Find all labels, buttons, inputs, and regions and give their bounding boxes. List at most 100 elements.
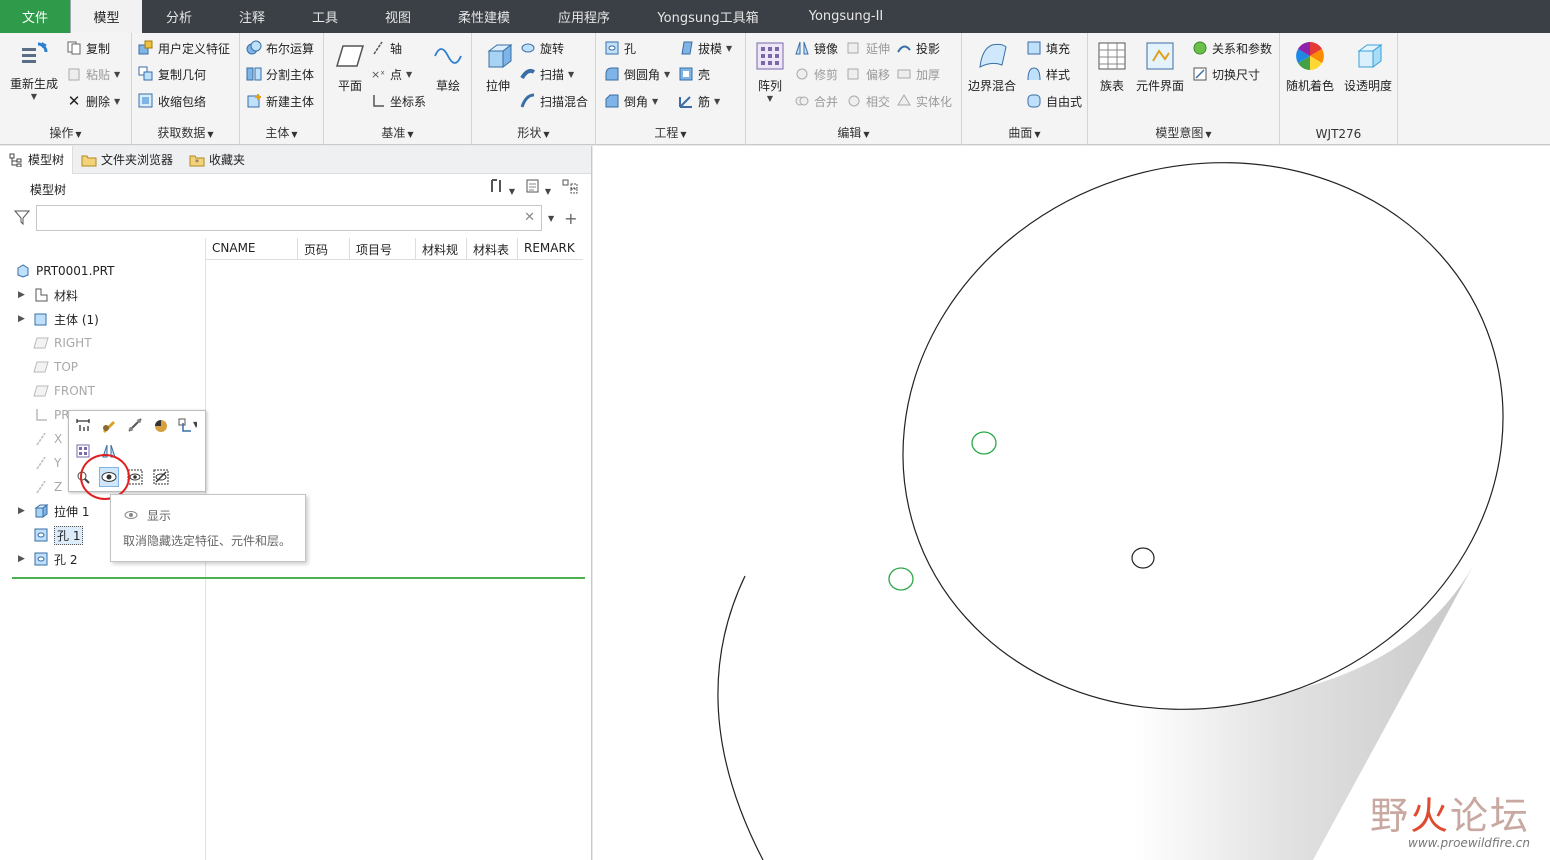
- delete-button[interactable]: ✕ 删除 ▼: [66, 90, 120, 112]
- thicken-button[interactable]: 加厚: [896, 63, 940, 85]
- tab-yongsung-ii[interactable]: Yongsung-II: [782, 0, 910, 33]
- tree-node-axis-y[interactable]: Y: [32, 452, 61, 474]
- hole-button[interactable]: 孔: [604, 37, 636, 59]
- tree-node-root[interactable]: PRT0001.PRT: [14, 260, 114, 282]
- filter-dropdown-icon[interactable]: ▼: [548, 214, 554, 223]
- set-transparency-button[interactable]: 设透明度: [1340, 39, 1396, 94]
- tab-model-tree[interactable]: 模型树: [0, 145, 74, 174]
- boolean-button[interactable]: 布尔运算: [246, 37, 314, 59]
- tab-analysis[interactable]: 分析: [142, 0, 216, 33]
- tree-search-input[interactable]: ✕: [36, 205, 542, 231]
- tree-node-right-plane[interactable]: RIGHT: [32, 332, 92, 354]
- csys-button[interactable]: 坐标系: [370, 90, 426, 112]
- boundary-blend-button[interactable]: 边界混合: [964, 39, 1020, 94]
- expand-arrow-icon[interactable]: ▶: [18, 554, 32, 564]
- merge-button[interactable]: 合并: [794, 90, 838, 112]
- expand-arrow-icon[interactable]: ▶: [18, 506, 32, 516]
- col-material-table[interactable]: 材料表: [466, 238, 517, 259]
- tree-node-axis-z[interactable]: Z: [32, 476, 62, 498]
- group-surfaces-label[interactable]: 曲面 ▼: [962, 124, 1087, 141]
- rib-button[interactable]: 筋 ▼: [678, 90, 720, 112]
- component-interface-button[interactable]: 元件界面: [1132, 39, 1188, 94]
- tree-settings-icon[interactable]: ▼: [489, 178, 515, 197]
- tree-node-front-plane[interactable]: FRONT: [32, 380, 95, 402]
- paste-button[interactable]: 粘贴 ▼: [66, 63, 120, 85]
- tab-file[interactable]: 文件: [0, 0, 70, 33]
- offset-button[interactable]: 偏移: [846, 63, 890, 85]
- switch-dimensions-button[interactable]: 切换尺寸: [1192, 63, 1260, 85]
- add-icon[interactable]: +: [564, 209, 577, 228]
- tab-tools[interactable]: 工具: [288, 0, 362, 33]
- group-engineering-label[interactable]: 工程 ▼: [596, 124, 745, 141]
- tab-applications[interactable]: 应用程序: [534, 0, 634, 33]
- edit-dimensions-icon[interactable]: [73, 415, 93, 435]
- regenerate-button[interactable]: 重新生成 ▼: [6, 37, 62, 101]
- solidify-button[interactable]: 实体化: [896, 90, 952, 112]
- extend-button[interactable]: 延伸: [846, 37, 890, 59]
- appearance-icon[interactable]: [151, 415, 171, 435]
- revolve-button[interactable]: 旋转: [520, 37, 564, 59]
- group-get-data-label[interactable]: 获取数据 ▼: [132, 124, 239, 141]
- round-button[interactable]: 倒圆角 ▼: [604, 63, 670, 85]
- copy-button[interactable]: 复制: [66, 37, 110, 59]
- shrinkwrap-button[interactable]: 收缩包络: [138, 90, 206, 112]
- tab-view[interactable]: 视图: [362, 0, 434, 33]
- expand-arrow-icon[interactable]: ▶: [18, 290, 32, 300]
- point-button[interactable]: ×ˣ 点 ▼: [370, 63, 412, 85]
- col-page[interactable]: 页码: [297, 238, 349, 259]
- group-operations-label[interactable]: 操作 ▼: [0, 124, 131, 141]
- pattern-button[interactable]: 阵列 ▼: [742, 39, 798, 103]
- tab-favorites[interactable]: * 收藏夹: [181, 146, 253, 174]
- group-body-label[interactable]: 主体 ▼: [240, 124, 323, 141]
- tree-columns-icon[interactable]: [561, 178, 581, 197]
- col-item-number[interactable]: 项目号: [349, 238, 415, 259]
- clear-icon[interactable]: ✕: [524, 210, 535, 225]
- tree-node-axis-x[interactable]: X: [32, 428, 62, 450]
- intersect-button[interactable]: 相交: [846, 90, 890, 112]
- sketch-button[interactable]: 草绘: [420, 39, 476, 94]
- tree-node-hole-2[interactable]: ▶ 孔 2: [18, 548, 77, 570]
- freestyle-button[interactable]: 自由式: [1026, 90, 1082, 112]
- draft-button[interactable]: 拔模 ▼: [678, 37, 732, 59]
- group-datum-label[interactable]: 基准 ▼: [324, 124, 471, 141]
- filter-icon[interactable]: [13, 209, 31, 228]
- tree-show-icon[interactable]: ▼: [525, 178, 551, 197]
- project-button[interactable]: 投影: [896, 37, 940, 59]
- group-model-intent-label[interactable]: 模型意图 ▼: [1088, 124, 1279, 141]
- col-material-spec[interactable]: 材料规: [415, 238, 466, 259]
- sweep-button[interactable]: 扫描 ▼: [520, 63, 574, 85]
- axis-button[interactable]: 轴: [370, 37, 402, 59]
- tree-node-extrude[interactable]: ▶ 拉伸 1: [18, 500, 89, 522]
- group-editing-label[interactable]: 编辑 ▼: [746, 124, 961, 141]
- graphics-viewport[interactable]: 野火论坛 www.proewildfire.cn: [593, 146, 1550, 860]
- edit-references-icon[interactable]: [125, 415, 145, 435]
- random-color-button[interactable]: 随机着色: [1282, 39, 1338, 94]
- tree-node-body[interactable]: ▶ 主体 (1): [18, 308, 99, 330]
- info-icon[interactable]: ▼: [177, 415, 197, 435]
- shell-button[interactable]: 壳: [678, 63, 710, 85]
- tab-folder-browser[interactable]: 文件夹浏览器: [73, 146, 181, 174]
- copy-geometry-button[interactable]: 复制几何: [138, 63, 206, 85]
- edit-definition-icon[interactable]: [99, 415, 119, 435]
- group-shapes-label[interactable]: 形状 ▼: [472, 124, 595, 141]
- tree-node-hole-1[interactable]: 孔 1: [32, 524, 84, 546]
- tree-node-material[interactable]: ▶ 材料: [18, 284, 78, 306]
- extrude-button[interactable]: 拉伸: [470, 39, 526, 94]
- style-button[interactable]: 样式: [1026, 63, 1070, 85]
- tab-model[interactable]: 模型: [70, 0, 142, 33]
- split-body-button[interactable]: 分割主体: [246, 63, 314, 85]
- chamfer-button[interactable]: 倒角 ▼: [604, 90, 658, 112]
- tree-node-prt-csys[interactable]: PR: [32, 404, 70, 426]
- udf-button[interactable]: 用户定义特征: [138, 37, 230, 59]
- fill-button[interactable]: 填充: [1026, 37, 1070, 59]
- tab-flexible-modeling[interactable]: 柔性建模: [434, 0, 534, 33]
- hide-eye-icon[interactable]: [151, 467, 171, 487]
- tab-yongsung-toolbox[interactable]: Yongsung工具箱: [634, 0, 782, 33]
- swept-blend-button[interactable]: 扫描混合: [520, 90, 588, 112]
- relations-parameters-button[interactable]: 关系和参数: [1192, 37, 1272, 59]
- new-body-button[interactable]: 新建主体: [246, 90, 314, 112]
- tab-annotate[interactable]: 注释: [216, 0, 288, 33]
- mirror-button[interactable]: 镜像: [794, 37, 838, 59]
- tree-node-top-plane[interactable]: TOP: [32, 356, 78, 378]
- trim-button[interactable]: 修剪: [794, 63, 838, 85]
